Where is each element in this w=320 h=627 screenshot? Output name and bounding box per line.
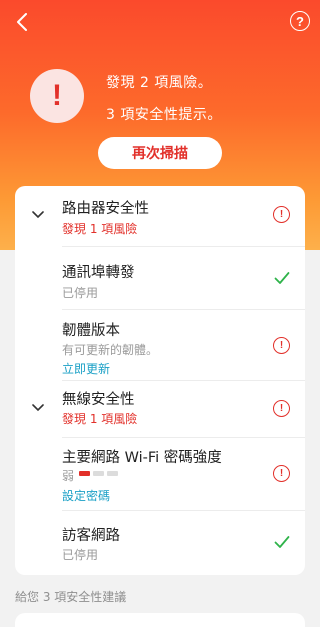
update-now-link[interactable]: 立即更新 bbox=[62, 360, 110, 377]
risk-summary: 發現 2 項風險。 bbox=[106, 75, 213, 91]
rescan-button[interactable]: 再次掃描 bbox=[98, 137, 222, 169]
tip-summary: 3 項安全性提示。 bbox=[106, 107, 222, 123]
suggestions-heading: 給您 3 項安全性建議 bbox=[15, 590, 127, 604]
section-title: 無線安全性 bbox=[62, 392, 135, 408]
item-title: 訪客網路 bbox=[62, 528, 120, 544]
exclamation-glyph: ! bbox=[52, 79, 62, 112]
item-title: 主要網路 Wi-Fi 密碼強度 bbox=[62, 450, 222, 466]
strength-bar bbox=[79, 471, 90, 476]
security-card: 路由器安全性 發現 1 項風險 ! 通訊埠轉發 已停用 韌體版本 有可更新的韌體… bbox=[15, 186, 305, 575]
exclamation-icon: ! bbox=[30, 69, 84, 123]
item-firmware-version[interactable]: 韌體版本 有可更新的韌體。 立即更新 ! bbox=[15, 310, 305, 380]
alert-icon: ! bbox=[273, 337, 290, 354]
item-status: 已停用 bbox=[62, 548, 99, 562]
section-title: 路由器安全性 bbox=[62, 201, 149, 217]
chevron-left-icon bbox=[17, 13, 27, 31]
strength-label: 弱 bbox=[62, 469, 75, 483]
back-button[interactable] bbox=[10, 10, 34, 34]
strength-bar bbox=[93, 471, 104, 476]
item-status: 已停用 bbox=[62, 286, 99, 300]
alert-icon: ! bbox=[273, 206, 290, 223]
top-bar: ? bbox=[0, 0, 320, 44]
help-button[interactable]: ? bbox=[290, 11, 310, 31]
chevron-down-icon[interactable] bbox=[31, 401, 45, 415]
checkmark-icon bbox=[274, 536, 290, 548]
alert-icon: ! bbox=[273, 400, 290, 417]
item-guest-network[interactable]: 訪客網路 已停用 bbox=[15, 511, 305, 575]
section-risk-count: 發現 1 項風險 bbox=[62, 222, 138, 236]
alert-icon: ! bbox=[273, 465, 290, 482]
suggestions-card bbox=[15, 613, 305, 627]
section-router-security[interactable]: 路由器安全性 發現 1 項風險 ! bbox=[15, 186, 305, 246]
section-risk-count: 發現 1 項風險 bbox=[62, 412, 138, 426]
password-strength-meter bbox=[79, 471, 118, 476]
checkmark-icon bbox=[274, 272, 290, 284]
set-password-link[interactable]: 設定密碼 bbox=[62, 487, 110, 504]
section-wireless-security[interactable]: 無線安全性 發現 1 項風險 ! bbox=[15, 381, 305, 437]
item-status: 有可更新的韌體。 bbox=[62, 343, 159, 357]
item-wifi-password-strength[interactable]: 主要網路 Wi-Fi 密碼強度 弱 設定密碼 ! bbox=[15, 438, 305, 510]
strength-bar bbox=[107, 471, 118, 476]
item-title: 通訊埠轉發 bbox=[62, 265, 135, 281]
item-port-forwarding[interactable]: 通訊埠轉發 已停用 bbox=[15, 247, 305, 309]
question-circle-icon: ? bbox=[296, 13, 304, 29]
item-title: 韌體版本 bbox=[62, 323, 120, 339]
chevron-down-icon[interactable] bbox=[31, 208, 45, 222]
